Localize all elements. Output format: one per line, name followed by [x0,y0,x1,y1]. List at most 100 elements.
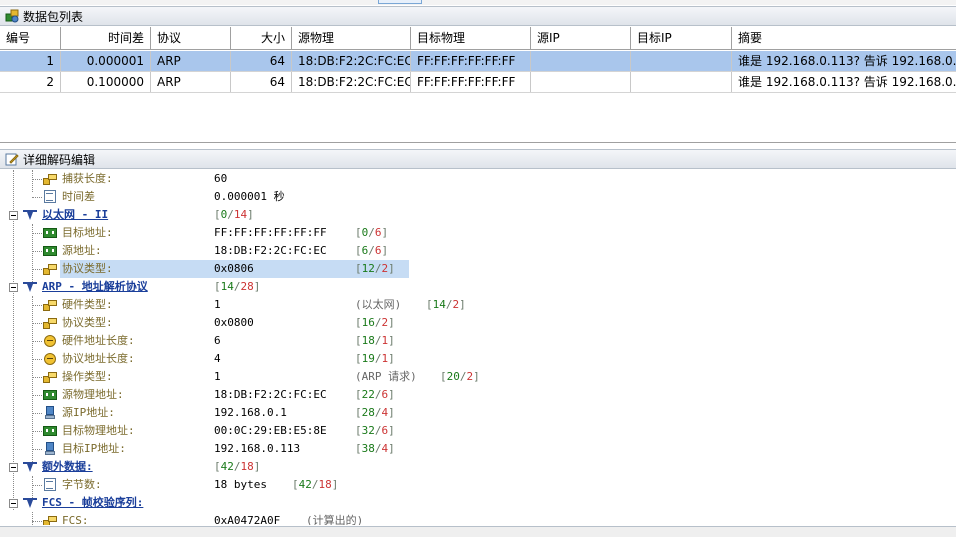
col-header-size[interactable]: 大小 [231,27,292,49]
packet-list-panel: 数据包列表 编号 时间差 协议 大小 源物理 目标物理 源IP 目标IP 摘要 … [0,6,956,143]
edit-icon [5,152,19,166]
decode-header: 详细解码编辑 [0,149,956,169]
packet-list-header: 数据包列表 [0,6,956,26]
node-label: 捕获长度: [62,172,113,185]
node-value: 0x0806 [214,262,254,275]
tree-node-target-ip[interactable]: 目标IP地址: 192.168.0.113 [38/4] [0,440,956,458]
tree-node-ether-type[interactable]: 协议类型: 0x0806 [12/2] [0,260,956,278]
node-offset: [42/18] [292,478,339,491]
cell-dst-ip [631,51,732,71]
mac-address-icon [42,388,58,402]
node-offset: [28/4] [355,406,395,419]
tree-node-protocol-type[interactable]: 协议类型: 0x0800 [16/2] [0,314,956,332]
mac-address-icon [42,424,58,438]
node-offset: [0/6] [355,226,389,239]
active-tab-indicator[interactable] [378,0,422,4]
tree-node-hardware-type[interactable]: 硬件类型: 1 (以太网) [14/2] [0,296,956,314]
packet-table[interactable]: 编号 时间差 协议 大小 源物理 目标物理 源IP 目标IP 摘要 1 0.00… [0,27,956,143]
tree-node-byte-count[interactable]: 字节数: 18 bytes [42/18] [0,476,956,494]
protocol-icon [22,208,38,222]
node-offset: [42/18] [214,460,261,473]
node-label: 协议地址长度: [62,352,135,365]
tree-node-capture-length[interactable]: 捕获长度: 60 [0,170,956,188]
packet-list-icon [5,9,19,23]
collapse-toggle[interactable] [9,211,18,220]
length-icon [42,352,58,366]
node-label: 目标地址: [62,226,113,239]
node-label: 目标物理地址: [62,424,135,437]
tree-node-hw-addr-length[interactable]: 硬件地址长度: 6 [18/1] [0,332,956,350]
node-label: 时间差 [62,190,95,203]
node-value: 0x0800 [214,316,254,329]
tree-node-ethernet[interactable]: 以太网 - II [0/14] [0,206,956,224]
col-header-src-ip[interactable]: 源IP [531,27,631,49]
decode-panel: 详细解码编辑 捕获长度: 60 时间差 0.000001 秒 以太网 - II [0,149,956,525]
node-value: 0xA0472A0F [214,514,281,525]
window-top-strip [0,0,956,5]
collapse-toggle[interactable] [9,283,18,292]
tree-node-extra-data[interactable]: 额外数据: [42/18] [0,458,956,476]
table-row[interactable]: 2 0.100000 ARP 64 18:DB:F2:2C:FC:EC FF:F… [0,72,956,93]
node-value: 0.000001 秒 [214,190,285,203]
cell-no: 2 [0,72,61,92]
node-value: 18:DB:F2:2C:FC:EC [214,388,327,401]
col-header-src-mac[interactable]: 源物理 [292,27,411,49]
cell-dst-ip [631,72,732,92]
node-value: 1 [214,370,221,383]
node-label: FCS: [62,514,89,525]
node-value: FF:FF:FF:FF:FF:FF [214,226,327,239]
cell-dst-mac: FF:FF:FF:FF:FF:FF [411,72,531,92]
decode-title: 详细解码编辑 [23,152,96,167]
document-icon [42,478,58,492]
tree-node-sender-ip[interactable]: 源IP地址: 192.168.0.1 [28/4] [0,404,956,422]
decode-tree[interactable]: 捕获长度: 60 时间差 0.000001 秒 以太网 - II [0/14] … [0,170,956,525]
field-icon [42,298,58,312]
node-offset: [22/6] [355,388,395,401]
node-label: 硬件类型: [62,298,113,311]
mac-address-icon [42,226,58,240]
document-icon [42,190,58,204]
col-header-summary[interactable]: 摘要 [732,27,956,49]
node-offset: [12/2] [355,262,395,275]
node-label: 硬件地址长度: [62,334,135,347]
table-row[interactable]: 1 0.000001 ARP 64 18:DB:F2:2C:FC:EC FF:F… [0,51,956,72]
tree-node-src-address[interactable]: 源地址: 18:DB:F2:2C:FC:EC [6/6] [0,242,956,260]
tree-node-time-delta[interactable]: 时间差 0.000001 秒 [0,188,956,206]
node-value: 192.168.0.1 [214,406,287,419]
tree-node-fcs-value[interactable]: FCS: 0xA0472A0F (计算出的) [0,512,956,525]
cell-src-mac: 18:DB:F2:2C:FC:EC [292,51,411,71]
node-label: 字节数: [62,478,102,491]
cell-src-ip [531,72,631,92]
col-header-dst-ip[interactable]: 目标IP [631,27,732,49]
section-label: 额外数据: [42,460,93,473]
node-label: 目标IP地址: [62,442,126,455]
protocol-icon [22,280,38,294]
tree-node-proto-addr-length[interactable]: 协议地址长度: 4 [19/1] [0,350,956,368]
tree-node-opcode[interactable]: 操作类型: 1 (ARP 请求) [20/2] [0,368,956,386]
col-header-dst-mac[interactable]: 目标物理 [411,27,531,49]
node-value: 18 bytes [214,478,267,491]
cell-delta: 0.100000 [61,72,151,92]
mac-address-icon [42,244,58,258]
cell-src-mac: 18:DB:F2:2C:FC:EC [292,72,411,92]
node-value: 00:0C:29:EB:E5:8E [214,424,327,437]
cell-dst-mac: FF:FF:FF:FF:FF:FF [411,51,531,71]
node-value: 192.168.0.113 [214,442,301,455]
node-offset: [14/28] [214,280,261,293]
field-icon [42,316,58,330]
field-icon [42,262,58,276]
tree-node-fcs[interactable]: FCS - 帧校验序列: [0,494,956,512]
col-header-no[interactable]: 编号 [0,27,61,49]
col-header-protocol[interactable]: 协议 [151,27,231,49]
tree-node-arp[interactable]: ARP - 地址解析协议 [14/28] [0,278,956,296]
col-header-delta[interactable]: 时间差 [61,27,151,49]
tree-node-sender-mac[interactable]: 源物理地址: 18:DB:F2:2C:FC:EC [22/6] [0,386,956,404]
tree-node-dst-address[interactable]: 目标地址: FF:FF:FF:FF:FF:FF [0/6] [0,224,956,242]
node-extra: (ARP 请求) [355,370,417,383]
collapse-toggle[interactable] [9,463,18,472]
cell-protocol: ARP [151,51,231,71]
cell-protocol: ARP [151,72,231,92]
collapse-toggle[interactable] [9,499,18,508]
node-label: 协议类型: [62,262,113,275]
tree-node-target-mac[interactable]: 目标物理地址: 00:0C:29:EB:E5:8E [32/6] [0,422,956,440]
